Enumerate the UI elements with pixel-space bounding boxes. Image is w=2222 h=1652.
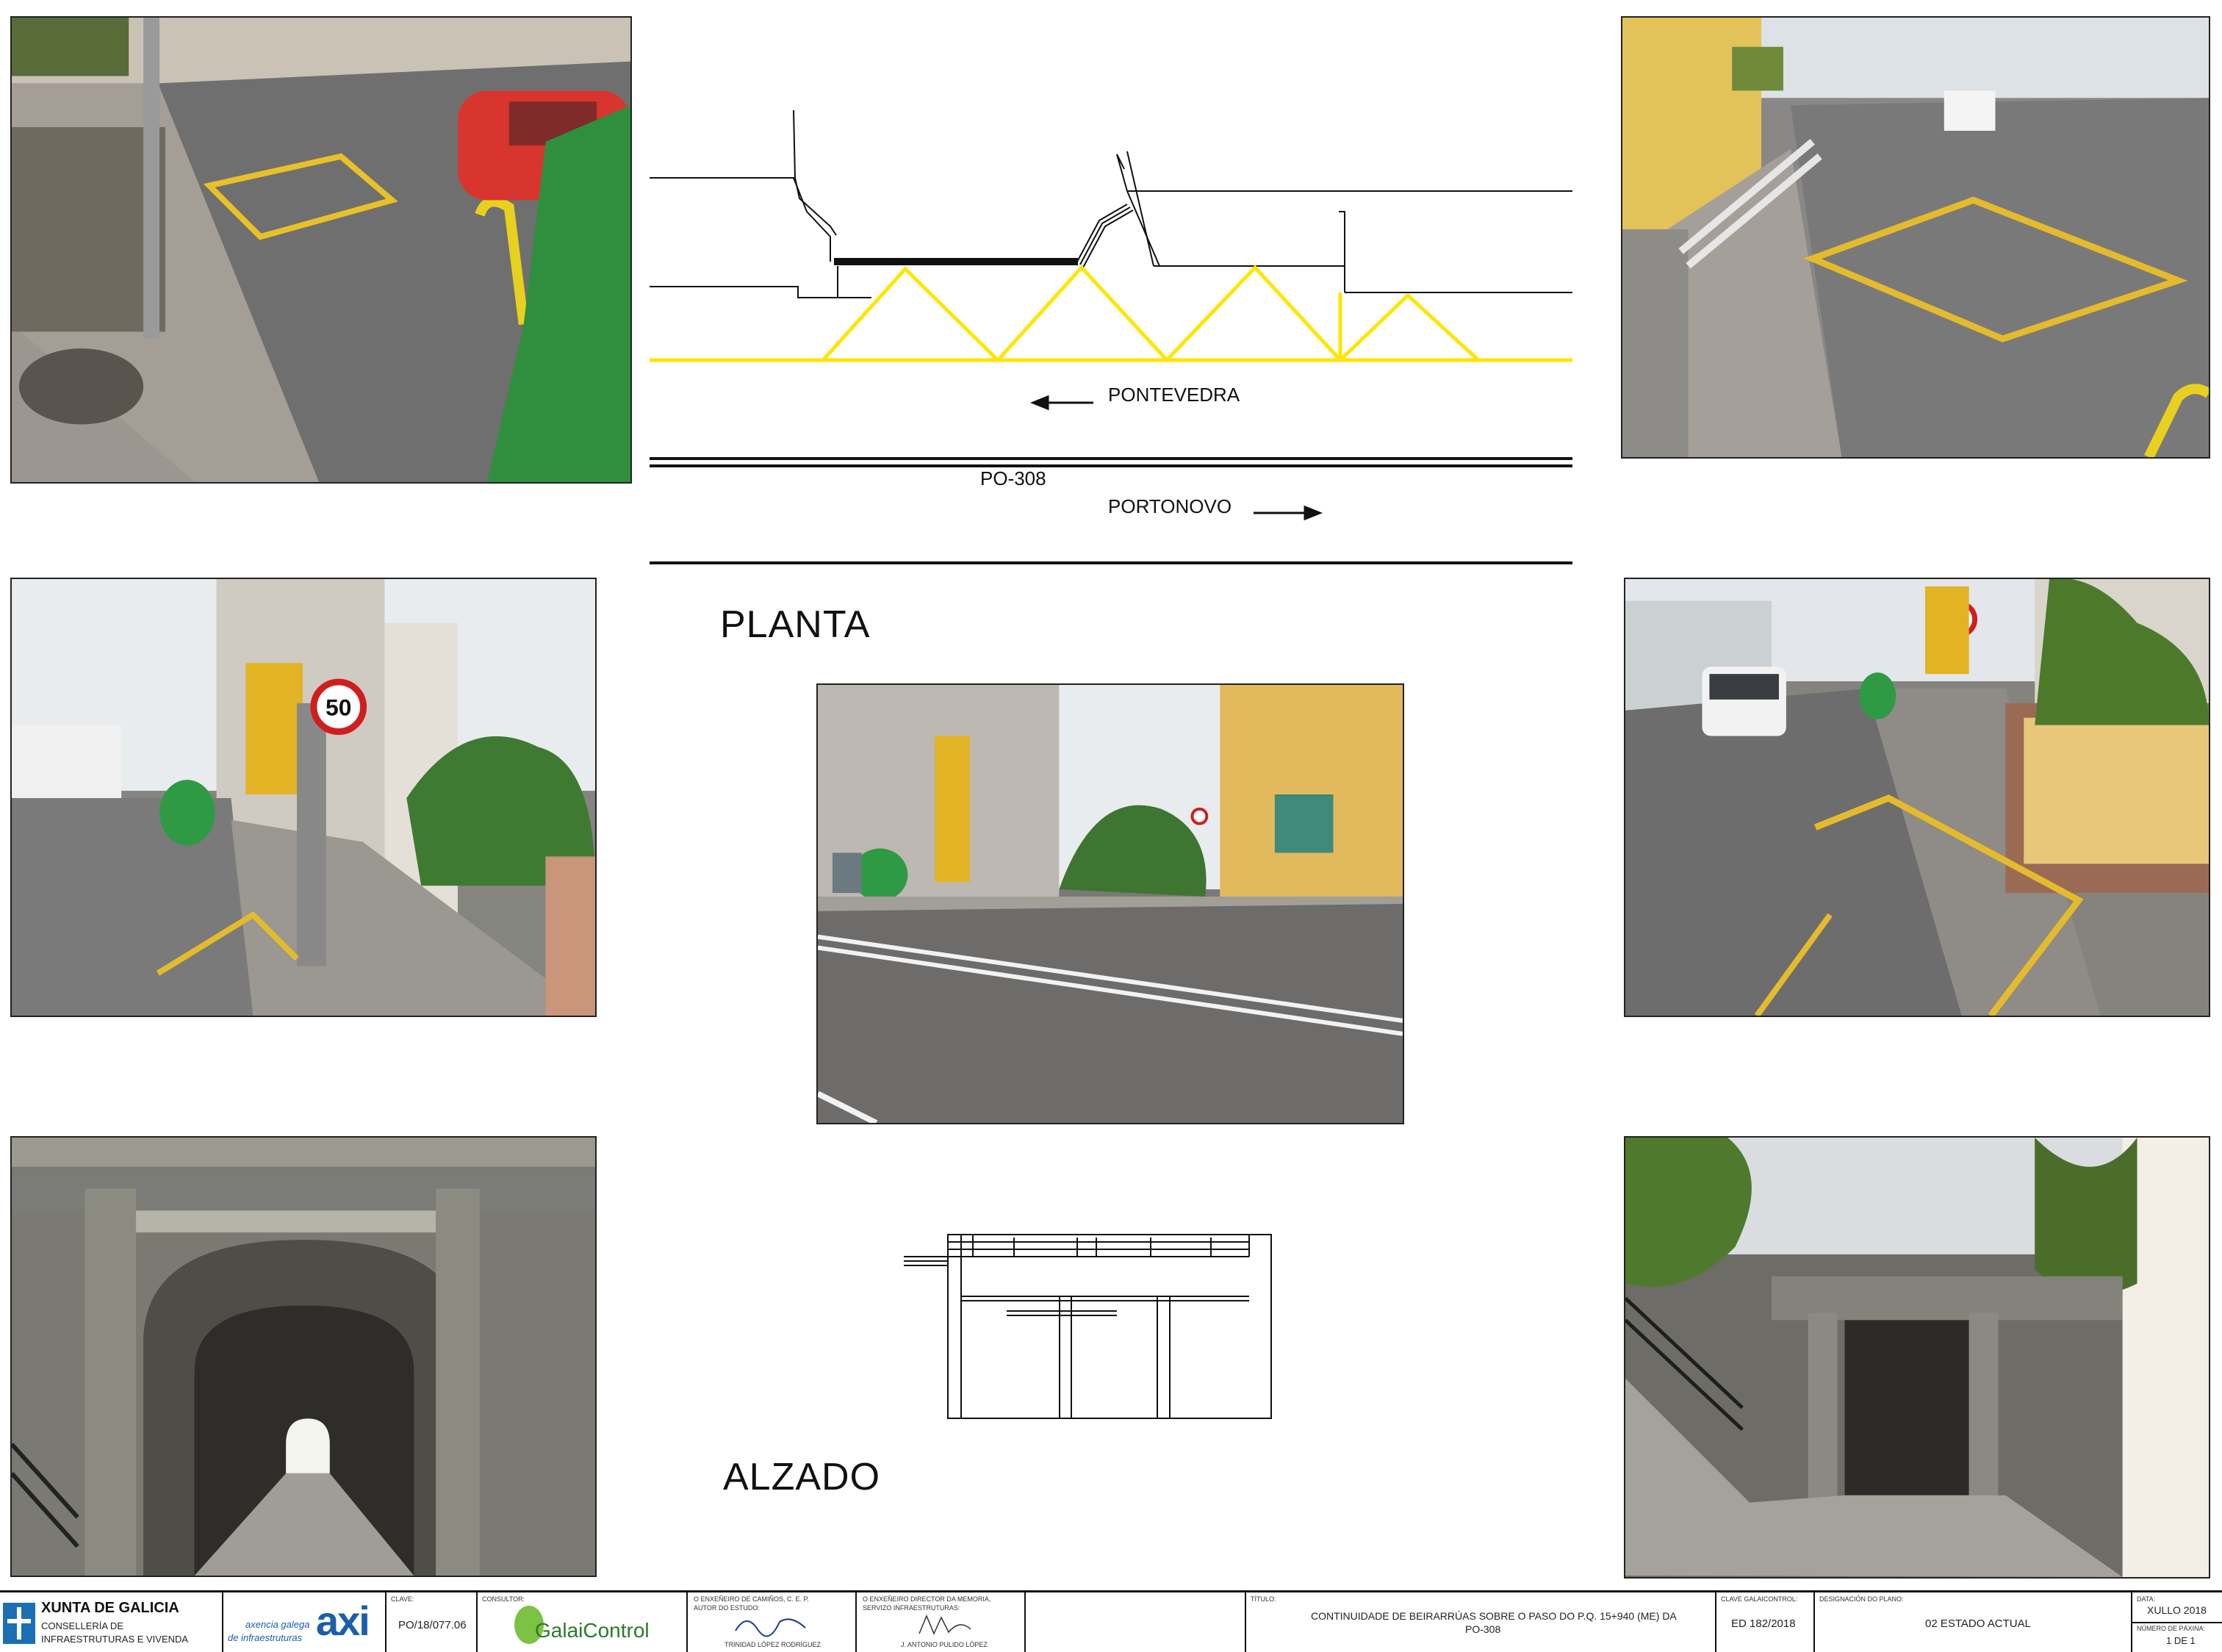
title-block-agency: axencia galega de infraestruturas axi <box>223 1592 386 1652</box>
title-block: XUNTA DE GALICIA CONSELLERÍA DE INFRAEST… <box>0 1590 2222 1652</box>
title-block-titulo: TÍTULO: CONTINUIDADE DE BEIRARRÚAS SOBRE… <box>1246 1592 1716 1652</box>
photo-underpass-stairs-image <box>1625 1138 2209 1577</box>
title-block-director: O ENXEÑEIRO DIRECTOR DA MEMORIA, SERVIZO… <box>857 1592 1026 1652</box>
title-block-clave: CLAVE: PO/18/077.06 <box>386 1592 478 1652</box>
xunta-dept-line2: INFRAESTRUTURAS E VIVENDA <box>41 1634 189 1645</box>
xunta-org-name: XUNTA DE GALICIA <box>41 1600 179 1616</box>
title-block-blank <box>1026 1592 1246 1652</box>
clave-galaicontrol-value: ED 182/2018 <box>1731 1617 1796 1630</box>
title-block-designacion: DESIGNACIÓN DO PLANO: 02 ESTADO ACTUAL <box>1815 1592 2132 1652</box>
titulo-line2: PO-308 <box>1465 1623 1501 1635</box>
title-block-consultor: CONSULTOR: GalaiControl <box>478 1592 688 1652</box>
photo-speed-sign-50-left-image: 50 <box>12 579 595 1016</box>
title-block-xunta: XUNTA DE GALICIA CONSELLERÍA DE INFRAEST… <box>0 1592 223 1652</box>
engineer-signature-icon <box>735 1618 806 1637</box>
elevation-drawing <box>904 1234 1272 1419</box>
clave-caption: CLAVE: <box>391 1595 414 1603</box>
engineer-name: TRINIDAD LÓPEZ RODRÍGUEZ <box>725 1641 821 1648</box>
photo-sidewalk-red-car-image <box>12 18 630 482</box>
plan-road-po308: PO-308 <box>980 467 1046 489</box>
consultor-value: GalaiControl <box>535 1619 650 1642</box>
plan-direction-pontevedra: PONTEVEDRA <box>1108 384 1240 406</box>
designacion-caption: DESIGNACIÓN DO PLANO: <box>1819 1595 1904 1603</box>
data-value: XULLO 2018 <box>2147 1604 2207 1616</box>
photo-tunnel-front <box>10 1136 597 1577</box>
plan-direction-portonovo: PORTONOVO <box>1108 495 1232 517</box>
data-caption: DATA: <box>2137 1595 2156 1603</box>
clave-value: PO/18/077.06 <box>398 1619 467 1631</box>
title-block-engineer: O ENXEÑEIRO DE CAMIÑOS, C. E. P. AUTOR D… <box>688 1592 857 1652</box>
photo-sidewalk-red-car <box>10 16 632 484</box>
title-block-data: DATA: XULLO 2018 NÚMERO DE PÁXINA: 1 DE … <box>2132 1592 2222 1652</box>
pagina-value: 1 DE 1 <box>2166 1635 2196 1646</box>
agency-logo: axi <box>316 1598 370 1644</box>
agency-line1: axencia galega <box>245 1619 310 1630</box>
director-caption-line2: SERVIZO INFRAESTRUTURAS: <box>863 1604 960 1612</box>
designacion-value: 02 ESTADO ACTUAL <box>1925 1617 2031 1630</box>
title-block-clave-galaicontrol: CLAVE GALAICONTROL: ED 182/2018 <box>1716 1592 1815 1652</box>
clave-galaicontrol-caption: CLAVE GALAICONTROL: <box>1721 1595 1798 1603</box>
photo-van-street <box>1624 578 2210 1017</box>
director-caption-line1: O ENXEÑEIRO DIRECTOR DA MEMORIA, <box>863 1595 991 1603</box>
photo-sidewalk-railing <box>1621 16 2210 459</box>
engineer-caption-line1: O ENXEÑEIRO DE CAMIÑOS, C. E. P. <box>694 1595 809 1603</box>
photo-speed-sign-50-left: 50 <box>10 578 597 1017</box>
xunta-crest-icon <box>3 1603 35 1644</box>
titulo-caption: TÍTULO: <box>1251 1595 1276 1603</box>
speed-sign-text-left: 50 <box>326 694 351 721</box>
consultor-caption: CONSULTOR: <box>482 1595 525 1603</box>
xunta-dept-line1: CONSELLERÍA DE <box>41 1620 123 1631</box>
photo-tunnel-front-image <box>12 1138 595 1576</box>
director-signature-icon <box>918 1615 971 1635</box>
elevation-heading: ALZADO <box>723 1456 881 1498</box>
photo-road-center-image <box>818 685 1403 1123</box>
photo-sidewalk-railing-image <box>1622 18 2209 457</box>
agency-line2: de infraestruturas <box>228 1632 303 1643</box>
director-name: J. ANTONIO PULIDO LÓPEZ <box>901 1641 988 1648</box>
pagina-caption: NÚMERO DE PÁXINA: <box>2137 1625 2206 1632</box>
photo-van-street-image <box>1625 579 2209 1016</box>
plan-heading: PLANTA <box>720 603 871 646</box>
photo-road-center <box>816 683 1404 1124</box>
titulo-line1: CONTINUIDADE DE BEIRARRÚAS SOBRE O PASO … <box>1311 1610 1677 1622</box>
photo-underpass-stairs <box>1624 1136 2210 1579</box>
